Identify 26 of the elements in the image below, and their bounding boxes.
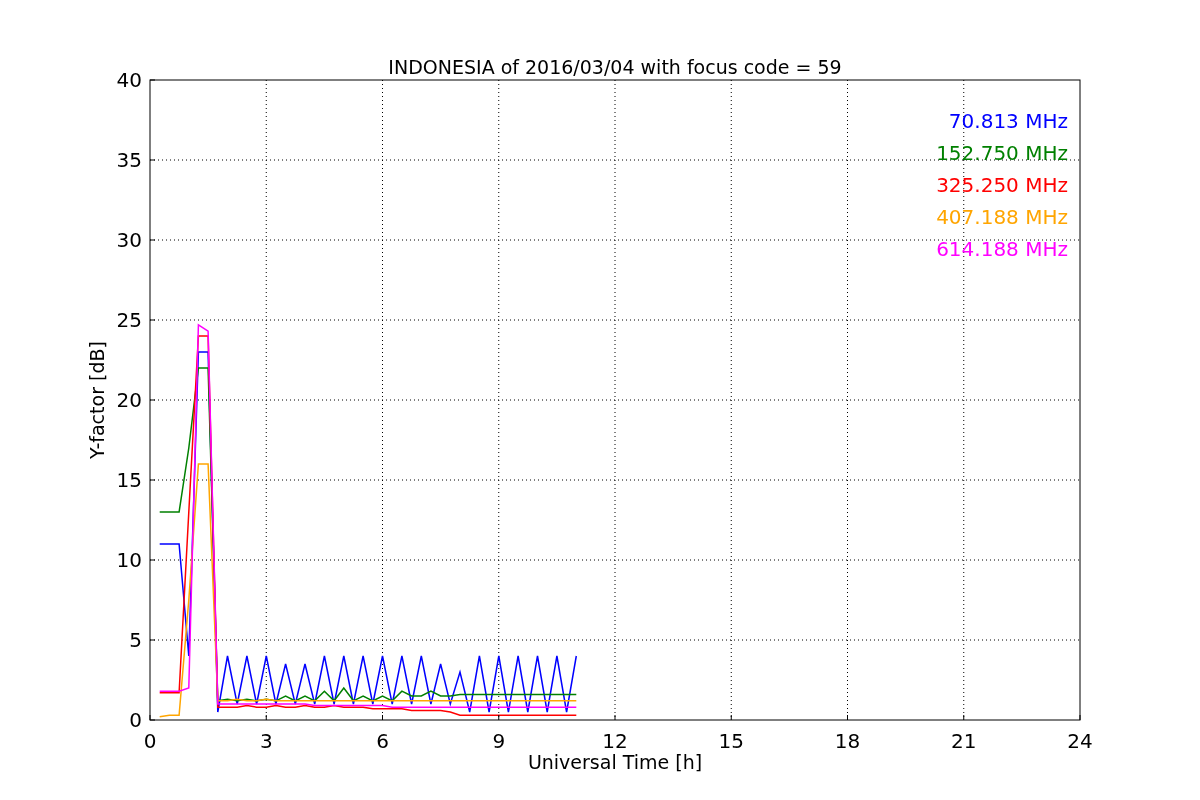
x-tick-label: 15 bbox=[718, 729, 744, 753]
x-tick-label: 3 bbox=[259, 729, 273, 753]
x-tick-label: 12 bbox=[602, 729, 628, 753]
x-tick-label: 24 bbox=[1067, 729, 1093, 753]
y-tick-label: 35 bbox=[116, 148, 142, 172]
y-tick-label: 5 bbox=[129, 628, 142, 652]
y-tick-label: 30 bbox=[116, 228, 142, 252]
y-tick-label: 40 bbox=[116, 68, 142, 92]
y-axis-label: Y-factor [dB] bbox=[86, 341, 108, 459]
legend-label: 325.250 MHz bbox=[936, 173, 1068, 197]
legend-label: 614.188 MHz bbox=[936, 237, 1068, 261]
x-tick-label: 0 bbox=[143, 729, 157, 753]
y-tick-label: 20 bbox=[116, 388, 142, 412]
x-tick-label: 18 bbox=[834, 729, 861, 753]
x-tick-label: 6 bbox=[376, 729, 389, 753]
y-tick-label: 0 bbox=[129, 708, 142, 732]
legend-label: 70.813 MHz bbox=[948, 109, 1068, 133]
x-tick-label: 9 bbox=[492, 729, 506, 753]
legend-label: 152.750 MHz bbox=[936, 141, 1068, 165]
y-tick-label: 25 bbox=[116, 308, 142, 332]
legend-label: 407.188 MHz bbox=[936, 205, 1068, 229]
y-tick-label: 10 bbox=[116, 548, 142, 572]
x-axis-label: Universal Time [h] bbox=[527, 751, 703, 773]
y-tick-label: 15 bbox=[116, 468, 142, 492]
x-tick-label: 21 bbox=[951, 729, 977, 753]
chart-title: INDONESIA of 2016/03/04 with focus code = 59 bbox=[388, 56, 842, 78]
